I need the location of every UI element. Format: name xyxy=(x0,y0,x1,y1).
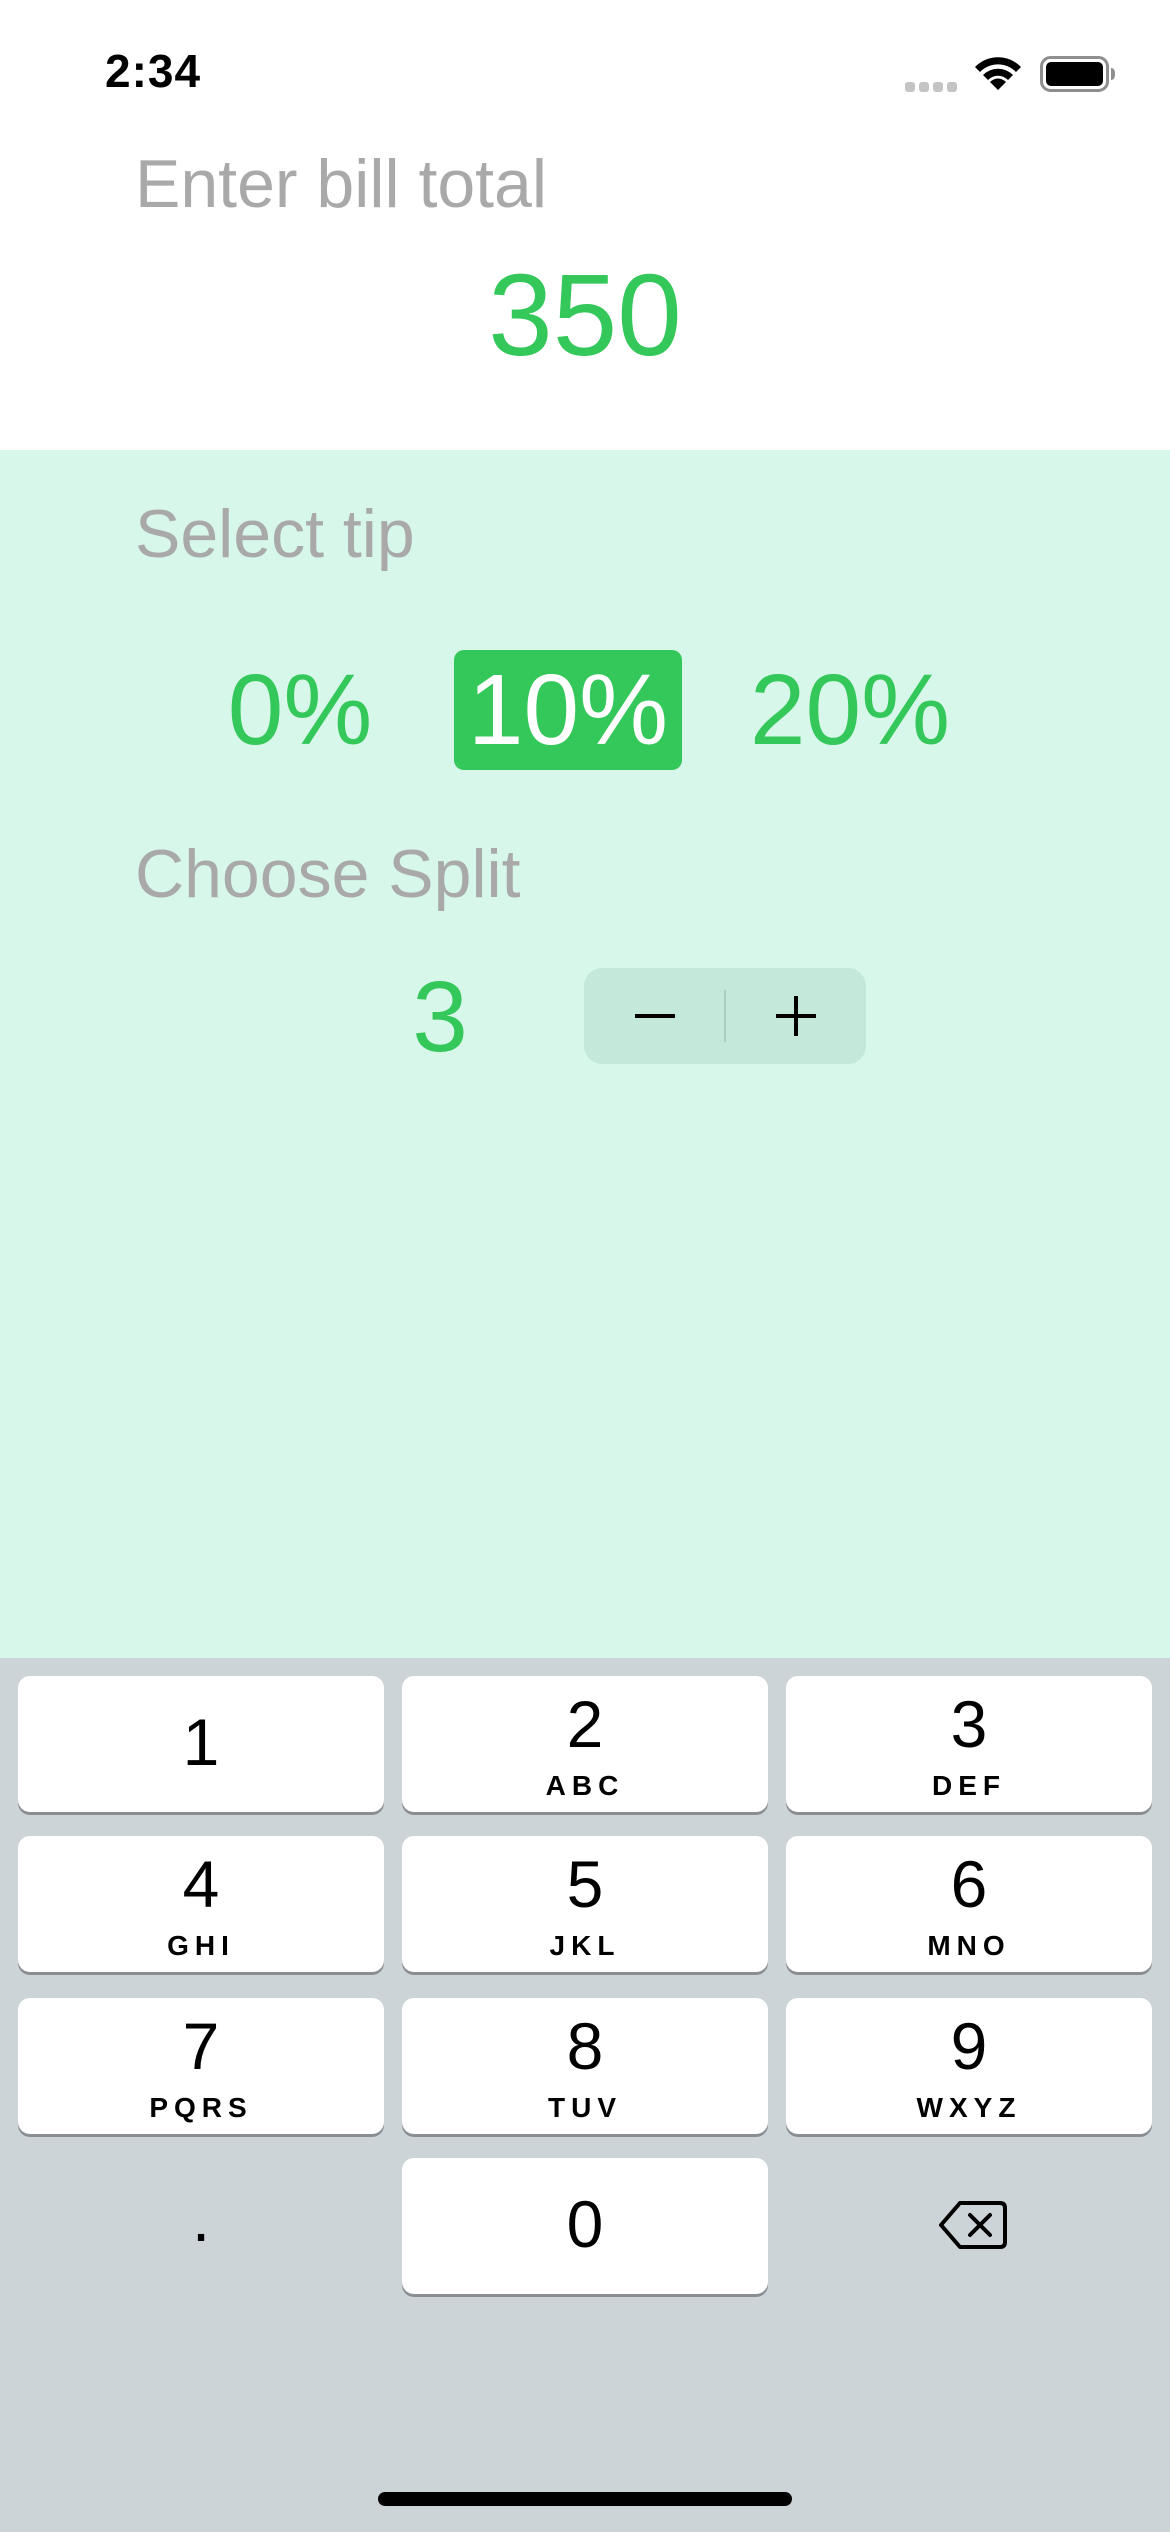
key-digit: 1 xyxy=(182,1705,220,1779)
key-5[interactable]: 5 JKL xyxy=(402,1836,768,1972)
key-letters: JKL xyxy=(549,1930,621,1961)
key-0[interactable]: 0 xyxy=(402,2158,768,2294)
split-count-value: 3 xyxy=(412,961,468,1073)
key-3[interactable]: 3 DEF xyxy=(786,1676,1152,1812)
wifi-icon xyxy=(975,57,1021,90)
choose-split-label: Choose Split xyxy=(135,836,521,912)
key-8[interactable]: 8 TUV xyxy=(402,1998,768,2134)
bill-total-label: Enter bill total xyxy=(135,146,547,222)
key-letters: MNO xyxy=(927,1930,1011,1961)
status-bar: 2:34 xyxy=(0,0,1170,140)
key-digit: 0 xyxy=(566,2187,604,2261)
battery-icon xyxy=(1040,56,1115,92)
key-digit: 8 xyxy=(566,2009,604,2083)
status-time: 2:34 xyxy=(105,45,202,97)
key-digit: 9 xyxy=(950,2009,988,2083)
cellular-signal-icon xyxy=(905,82,959,92)
key-1[interactable]: 1 xyxy=(18,1676,384,1812)
key-digit: 3 xyxy=(950,1687,988,1761)
plus-icon xyxy=(775,996,816,1036)
key-digit: 4 xyxy=(182,1847,220,1921)
split-increment-button[interactable] xyxy=(725,968,866,1064)
key-digit: 2 xyxy=(566,1687,604,1761)
key-decimal-point[interactable]: . xyxy=(18,2158,384,2294)
key-letters: TUV xyxy=(548,2092,622,2123)
tip-split-section: Select tip 0% 10% 20% Choose Split 3 xyxy=(0,450,1170,1658)
key-digit: 6 xyxy=(950,1847,988,1921)
key-7[interactable]: 7 PQRS xyxy=(18,1998,384,2134)
home-indicator xyxy=(378,2492,792,2506)
key-digit: 5 xyxy=(566,1847,604,1921)
bill-total-input[interactable] xyxy=(135,250,1035,380)
minus-icon xyxy=(634,1014,675,1018)
backspace-icon xyxy=(939,2201,1007,2249)
key-4[interactable]: 4 GHI xyxy=(18,1836,384,1972)
key-2[interactable]: 2 ABC xyxy=(402,1676,768,1812)
key-delete[interactable] xyxy=(786,2158,1152,2294)
key-letters: WXYZ xyxy=(916,2092,1022,2123)
key-letters: ABC xyxy=(545,1770,625,1801)
key-9[interactable]: 9 WXYZ xyxy=(786,1998,1152,2134)
tip-option-0-percent[interactable]: 0% xyxy=(215,650,385,770)
split-stepper xyxy=(584,968,866,1064)
select-tip-label: Select tip xyxy=(135,496,415,572)
tip-calculator-screen: 2:34 Enter bill total Select tip 0% 10% … xyxy=(0,0,1170,2532)
bill-section: Enter bill total xyxy=(0,140,1170,450)
key-letters: DEF xyxy=(932,1770,1006,1801)
key-6[interactable]: 6 MNO xyxy=(786,1836,1152,1972)
tip-option-20-percent[interactable]: 20% xyxy=(735,650,965,770)
numeric-keypad: 1 2 ABC 3 DEF 4 GHI 5 JKL 6 MNO 7 PQRS 8 xyxy=(0,1658,1170,2532)
key-letters: GHI xyxy=(167,1930,235,1961)
split-decrement-button[interactable] xyxy=(584,968,725,1064)
tip-option-10-percent[interactable]: 10% xyxy=(454,650,682,770)
key-letters: PQRS xyxy=(149,2092,253,2123)
key-digit: . xyxy=(191,2181,211,2255)
key-digit: 7 xyxy=(182,2009,220,2083)
